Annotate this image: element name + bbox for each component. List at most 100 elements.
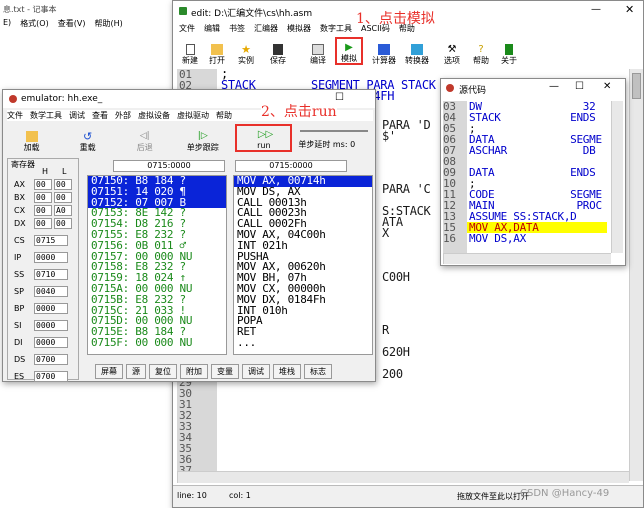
register-high-field[interactable] xyxy=(34,205,52,216)
step-delay-control[interactable]: 单步延时 ms: 0 xyxy=(296,124,373,152)
emu-menu-vdevices[interactable]: 虚拟设备 xyxy=(138,110,170,121)
disasm-list[interactable]: MOV AX, 00714h MOV DS, AX CALL 00013h CALL … xyxy=(233,175,373,355)
source-vscrollbar[interactable] xyxy=(611,101,623,253)
register-field[interactable] xyxy=(34,354,68,365)
register-field[interactable] xyxy=(34,235,68,246)
register-field[interactable] xyxy=(34,286,68,297)
register-low-field[interactable] xyxy=(54,218,72,229)
memory-address-input[interactable]: 0715:0000 xyxy=(113,160,225,172)
menu-math[interactable]: 数字工具 xyxy=(320,23,352,34)
register-row: DI xyxy=(14,336,78,349)
load-button[interactable]: 加载 xyxy=(7,124,56,152)
source-lines: 03 DW 32 04 STACK ENDS 05; 06 DATA SEGME 07 ASCH… xyxy=(443,101,611,244)
memory-row[interactable]: 0715F: 00 000 NU xyxy=(88,337,226,349)
frag-x: X xyxy=(382,226,389,240)
menu-emulator[interactable]: 模拟器 xyxy=(287,23,311,34)
step-delay-slider[interactable] xyxy=(300,130,369,132)
emulate-button[interactable]: ▶ 模拟 xyxy=(335,37,363,65)
menu-edit[interactable]: 编辑 xyxy=(204,23,220,34)
register-high-field[interactable] xyxy=(34,192,52,203)
run-label: run xyxy=(257,141,271,150)
options-label: 选项 xyxy=(444,56,460,65)
disasm-address-input[interactable]: 0715:0000 xyxy=(235,160,347,172)
star-icon: ★ xyxy=(241,43,251,56)
register-field[interactable] xyxy=(34,269,68,280)
register-field[interactable] xyxy=(34,303,68,314)
help-button[interactable]: ? 帮助 xyxy=(467,37,495,65)
calculator-button[interactable]: 计算器 xyxy=(367,37,401,65)
scroll-thumb[interactable] xyxy=(632,73,641,99)
source-hscrollbar[interactable] xyxy=(443,253,611,264)
save-button[interactable]: 保存 xyxy=(261,37,295,65)
menu-bookmarks[interactable]: 书签 xyxy=(229,23,245,34)
new-button[interactable]: 新建 xyxy=(177,37,203,65)
source-maximize-button[interactable]: ☐ xyxy=(575,81,584,92)
register-high-field[interactable] xyxy=(34,179,52,190)
watermark: CSDN @Hancy-49 xyxy=(520,488,610,499)
notepad-menu-format[interactable]: 格式(O) xyxy=(20,18,49,29)
emu-menu-math[interactable]: 数学工具 xyxy=(30,110,62,121)
source-code[interactable]: 03 DW 32 04 STACK ENDS 05; 06 DATA SEGME 07 ASCH… xyxy=(443,101,611,253)
options-button[interactable]: ⚒ 选项 xyxy=(437,37,467,65)
open-button[interactable]: 打开 xyxy=(203,37,231,65)
reset-button[interactable]: 复位 xyxy=(149,364,177,379)
emulator-title: emulator: hh.exe_ xyxy=(21,94,103,104)
register-field[interactable] xyxy=(34,337,68,348)
emu-menu-help[interactable]: 帮助 xyxy=(216,110,232,121)
emu-menu-view[interactable]: 查看 xyxy=(92,110,108,121)
source-line-text: ASCHAR DB xyxy=(469,144,596,157)
floppy-icon xyxy=(273,44,283,55)
minimize-button[interactable]: — xyxy=(591,4,601,15)
run-button[interactable]: ▷▷ run xyxy=(235,124,293,152)
register-row: SS xyxy=(14,268,78,281)
source-minimize-button[interactable]: — xyxy=(549,81,559,92)
notepad-menu-view[interactable]: 查看(V) xyxy=(58,18,86,29)
register-field[interactable] xyxy=(34,252,68,263)
register-field[interactable] xyxy=(34,371,68,382)
source-close-button[interactable]: ✕ xyxy=(603,81,611,92)
stack-button[interactable]: 堆栈 xyxy=(273,364,301,379)
emu-menu-debug[interactable]: 调试 xyxy=(69,110,85,121)
emu-menu-external[interactable]: 外部 xyxy=(115,110,131,121)
close-button[interactable]: ✕ xyxy=(625,3,634,16)
aux-button[interactable]: 附加 xyxy=(180,364,208,379)
examples-label: 实例 xyxy=(238,56,254,65)
register-low-field[interactable] xyxy=(54,192,72,203)
vars-button[interactable]: 变量 xyxy=(211,364,239,379)
source-line: 16 MOV DS,AX xyxy=(443,233,611,244)
register-field[interactable] xyxy=(34,320,68,331)
menu-assembler[interactable]: 汇编器 xyxy=(254,23,278,34)
debug-button[interactable]: 调试 xyxy=(242,364,270,379)
about-button[interactable]: 关于 xyxy=(495,37,523,65)
load-label: 加载 xyxy=(23,143,40,152)
registers-panel: 寄存器 H L AX BX CX DX CS IP SS SP BP SI DI DS ES xyxy=(7,158,79,382)
back-button[interactable]: ◁| 后退 xyxy=(119,124,170,152)
emulator-app-icon xyxy=(9,95,17,103)
register-low-field[interactable] xyxy=(54,205,72,216)
register-low-field[interactable] xyxy=(54,179,72,190)
screen-button[interactable]: 屏幕 xyxy=(95,364,123,379)
editor-hscrollbar[interactable] xyxy=(177,471,629,483)
notepad-menu-help[interactable]: 帮助(H) xyxy=(94,18,122,29)
flags-button[interactable]: 标志 xyxy=(304,364,332,379)
register-row: DX xyxy=(14,217,78,230)
reload-button[interactable]: ↺ 重载 xyxy=(60,124,115,152)
new-label: 新建 xyxy=(182,56,198,65)
source-line-number: 16 xyxy=(443,232,456,245)
memory-list[interactable]: 07150: B8 184 ? 07151: 14 020 ¶ 07152: 07 … xyxy=(87,175,227,355)
editor-vscrollbar[interactable] xyxy=(629,69,643,481)
emu-menu-vdrive[interactable]: 虚拟驱动 xyxy=(177,110,209,121)
compile-button[interactable]: 编译 xyxy=(301,37,335,65)
menu-file[interactable]: 文件 xyxy=(179,23,195,34)
disasm-row[interactable]: ... xyxy=(234,337,372,349)
registers-header: 寄存器 xyxy=(11,160,35,169)
examples-button[interactable]: ★ 实例 xyxy=(231,37,261,65)
notepad-menu-edit[interactable]: E) xyxy=(3,18,11,29)
open-label: 打开 xyxy=(209,56,225,65)
emu-menu-file[interactable]: 文件 xyxy=(7,110,23,121)
register-high-field[interactable] xyxy=(34,218,52,229)
step-button[interactable]: |▷ 单步跟踪 xyxy=(174,124,231,152)
converter-button[interactable]: 转换器 xyxy=(401,37,433,65)
load-icon xyxy=(25,131,38,142)
source-button[interactable]: 源 xyxy=(126,364,146,379)
